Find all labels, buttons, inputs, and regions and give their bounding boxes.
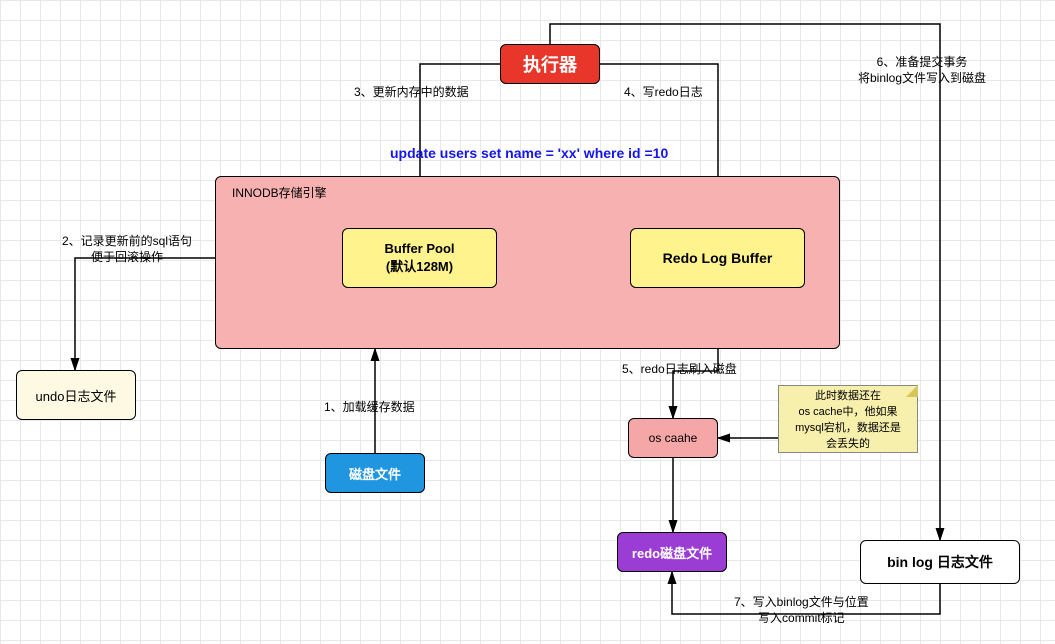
os-cache-box: os caahe xyxy=(628,418,718,458)
label-3: 3、更新内存中的数据 xyxy=(354,85,469,101)
binlog-file-box: bin log 日志文件 xyxy=(860,540,1020,584)
label-6: 6、准备提交事务 将binlog文件写入到磁盘 xyxy=(858,55,986,86)
undo-log-file-box: undo日志文件 xyxy=(16,370,136,420)
sql-statement: update users set name = 'xx' where id =1… xyxy=(390,145,668,161)
label-2: 2、记录更新前的sql语句 便于回滚操作 xyxy=(62,234,192,265)
redo-log-buffer-box: Redo Log Buffer xyxy=(630,228,805,288)
label-1: 1、加载缓存数据 xyxy=(324,400,415,416)
label-5: 5、redo日志刷入磁盘 xyxy=(622,362,737,378)
note-box: 此时数据还在 os cache中，他如果 mysql宕机，数据还是 会丢失的 xyxy=(778,385,918,453)
executor-box: 执行器 xyxy=(500,44,600,84)
label-7: 7、写入binlog文件与位置 写入commit标记 xyxy=(734,595,869,626)
disk-file-box: 磁盘文件 xyxy=(325,453,425,493)
innodb-label: INNODB存储引擎 xyxy=(232,184,327,201)
label-4: 4、写redo日志 xyxy=(624,85,703,101)
redo-disk-file-box: redo磁盘文件 xyxy=(617,532,727,572)
buffer-pool-box: Buffer Pool (默认128M) xyxy=(342,228,497,288)
